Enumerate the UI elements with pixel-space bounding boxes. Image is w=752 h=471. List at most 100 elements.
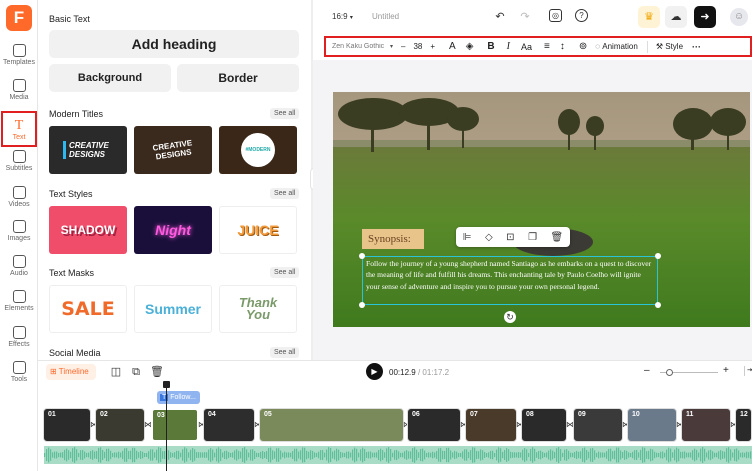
rail-item-videos[interactable]: Videos: [0, 186, 38, 208]
resize-handle-br[interactable]: [655, 302, 661, 308]
playhead[interactable]: [166, 382, 167, 471]
font-size-increase[interactable]: +: [430, 42, 435, 51]
synopsis-title[interactable]: Synopsis:: [362, 229, 424, 249]
highlight-icon[interactable]: ◈: [466, 41, 474, 52]
project-title[interactable]: Untitled: [372, 12, 399, 21]
video-clip[interactable]: 11: [681, 408, 731, 442]
zoom-slider-thumb[interactable]: [666, 369, 673, 376]
export-button[interactable]: ➜: [694, 6, 716, 28]
video-clip[interactable]: 08: [521, 408, 567, 442]
see-all-social-media[interactable]: See all: [270, 347, 300, 358]
italic-button[interactable]: I: [507, 41, 510, 52]
fit-timeline-icon[interactable]: ⇥: [744, 366, 752, 376]
rail-item-tools[interactable]: Tools: [0, 361, 38, 383]
modern-title-thumb-2[interactable]: CREATIVE DESIGNS: [134, 126, 212, 174]
rail-item-audio[interactable]: Audio: [0, 255, 38, 277]
rail-item-text[interactable]: T Text: [1, 111, 37, 147]
clip-number: 05: [264, 411, 272, 418]
effects-icon: [12, 326, 26, 339]
help-icon[interactable]: ?: [575, 9, 588, 22]
rotate-icon[interactable]: ↻: [504, 311, 516, 323]
animation-button[interactable]: ◌ Animation: [595, 42, 638, 51]
bold-button[interactable]: B: [487, 41, 494, 52]
rail-item-effects[interactable]: Effects: [0, 326, 38, 348]
align-icon[interactable]: ⊫: [463, 232, 472, 243]
rail-item-label: Images: [7, 235, 31, 242]
aspect-ratio-select[interactable]: 16:9 ▾: [332, 12, 353, 21]
screenshot-icon[interactable]: ◎: [549, 9, 562, 22]
resize-handle-tl[interactable]: [359, 253, 365, 259]
duplicate-icon[interactable]: ❐: [528, 232, 537, 243]
delete-clip-icon[interactable]: 🗑: [149, 364, 165, 380]
split-icon[interactable]: ◫: [108, 364, 124, 380]
section-modern-titles: Modern Titles: [49, 109, 104, 119]
element-context-menu: ⊫ ◇ ⊡ ❐ 🗑: [456, 227, 570, 247]
effects-icon[interactable]: ⊚: [579, 41, 587, 52]
audio-track[interactable]: [44, 446, 752, 464]
background-text-button[interactable]: Background: [49, 64, 171, 92]
section-text-masks: Text Masks: [49, 268, 95, 278]
video-clip[interactable]: 06: [407, 408, 461, 442]
line-spacing-icon[interactable]: ↕: [560, 41, 565, 52]
video-clip[interactable]: 04: [203, 408, 255, 442]
avatar[interactable]: ☺: [730, 8, 748, 26]
app-logo[interactable]: F: [6, 5, 32, 31]
playhead-handle[interactable]: [163, 381, 170, 388]
delete-icon[interactable]: 🗑: [551, 232, 564, 243]
premium-crown-icon[interactable]: ♛: [638, 6, 660, 28]
zoom-out-button[interactable]: –: [644, 365, 650, 376]
redo-icon[interactable]: ↷: [517, 9, 533, 25]
rail-item-label: Effects: [8, 341, 30, 348]
resize-handle-tr[interactable]: [655, 253, 661, 259]
font-family-select[interactable]: Zen Kaku Gothic: [332, 43, 390, 50]
text-mask-sale[interactable]: SALE: [49, 285, 127, 333]
rail-item-images[interactable]: Images: [0, 220, 38, 242]
text-style-shadow[interactable]: SHADOW: [49, 206, 127, 254]
text-clip[interactable]: T Follow...: [157, 391, 200, 404]
see-all-text-styles[interactable]: See all: [270, 188, 300, 199]
text-style-night[interactable]: Night: [134, 206, 212, 254]
text-color-icon[interactable]: A: [449, 41, 456, 52]
align-left-icon[interactable]: ≡: [544, 41, 550, 52]
undo-icon[interactable]: ↶: [492, 9, 508, 25]
rail-item-subtitles[interactable]: Subtitles: [0, 150, 38, 172]
rail-item-elements[interactable]: Elements: [0, 290, 38, 312]
text-case-button[interactable]: Aa: [521, 42, 532, 52]
video-clip[interactable]: 01: [43, 408, 91, 442]
lock-icon[interactable]: ⊡: [506, 232, 514, 243]
tools-icon: [12, 361, 26, 374]
text-mask-thank-you[interactable]: Thank You: [219, 285, 297, 333]
paragraph-text-box[interactable]: Follow the journey of a young shepherd n…: [362, 256, 658, 305]
play-button[interactable]: ▶: [366, 363, 383, 380]
style-button[interactable]: ⚒ Style: [656, 42, 683, 51]
text-style-juice[interactable]: JUICE: [219, 206, 297, 254]
see-all-text-masks[interactable]: See all: [270, 267, 300, 278]
video-clip[interactable]: 05: [259, 408, 404, 442]
font-dropdown-icon[interactable]: ▾: [390, 43, 393, 50]
rail-item-label: Audio: [10, 270, 28, 277]
font-size-value[interactable]: 38: [413, 42, 422, 51]
video-clip[interactable]: 12: [735, 408, 752, 442]
border-text-button[interactable]: Border: [177, 64, 299, 92]
rail-item-media[interactable]: Media: [0, 79, 38, 101]
video-clip[interactable]: 07: [465, 408, 517, 442]
modern-title-thumb-3[interactable]: #MODERN: [219, 126, 297, 174]
copy-icon[interactable]: ⧉: [128, 364, 144, 380]
rail-item-templates[interactable]: Templates: [0, 44, 38, 66]
media-icon: [12, 79, 26, 92]
text-mask-summer[interactable]: Summer: [134, 285, 212, 333]
modern-title-thumb-1[interactable]: CREATIVE DESIGNS: [49, 126, 127, 174]
see-all-modern-titles[interactable]: See all: [270, 108, 300, 119]
timeline-toggle[interactable]: ⊞ Timeline: [46, 364, 96, 380]
add-heading-button[interactable]: Add heading: [49, 30, 299, 58]
cloud-icon[interactable]: ☁: [665, 6, 687, 28]
layers-icon[interactable]: ◇: [485, 232, 493, 243]
video-clip[interactable]: 09: [573, 408, 623, 442]
zoom-in-button[interactable]: +: [723, 365, 729, 376]
video-clip[interactable]: 10: [627, 408, 677, 442]
font-size-decrease[interactable]: –: [401, 42, 405, 51]
video-clip[interactable]: 02: [95, 408, 145, 442]
more-options-icon[interactable]: ···: [692, 42, 701, 52]
resize-handle-bl[interactable]: [359, 302, 365, 308]
video-clip[interactable]: 03: [151, 408, 199, 442]
